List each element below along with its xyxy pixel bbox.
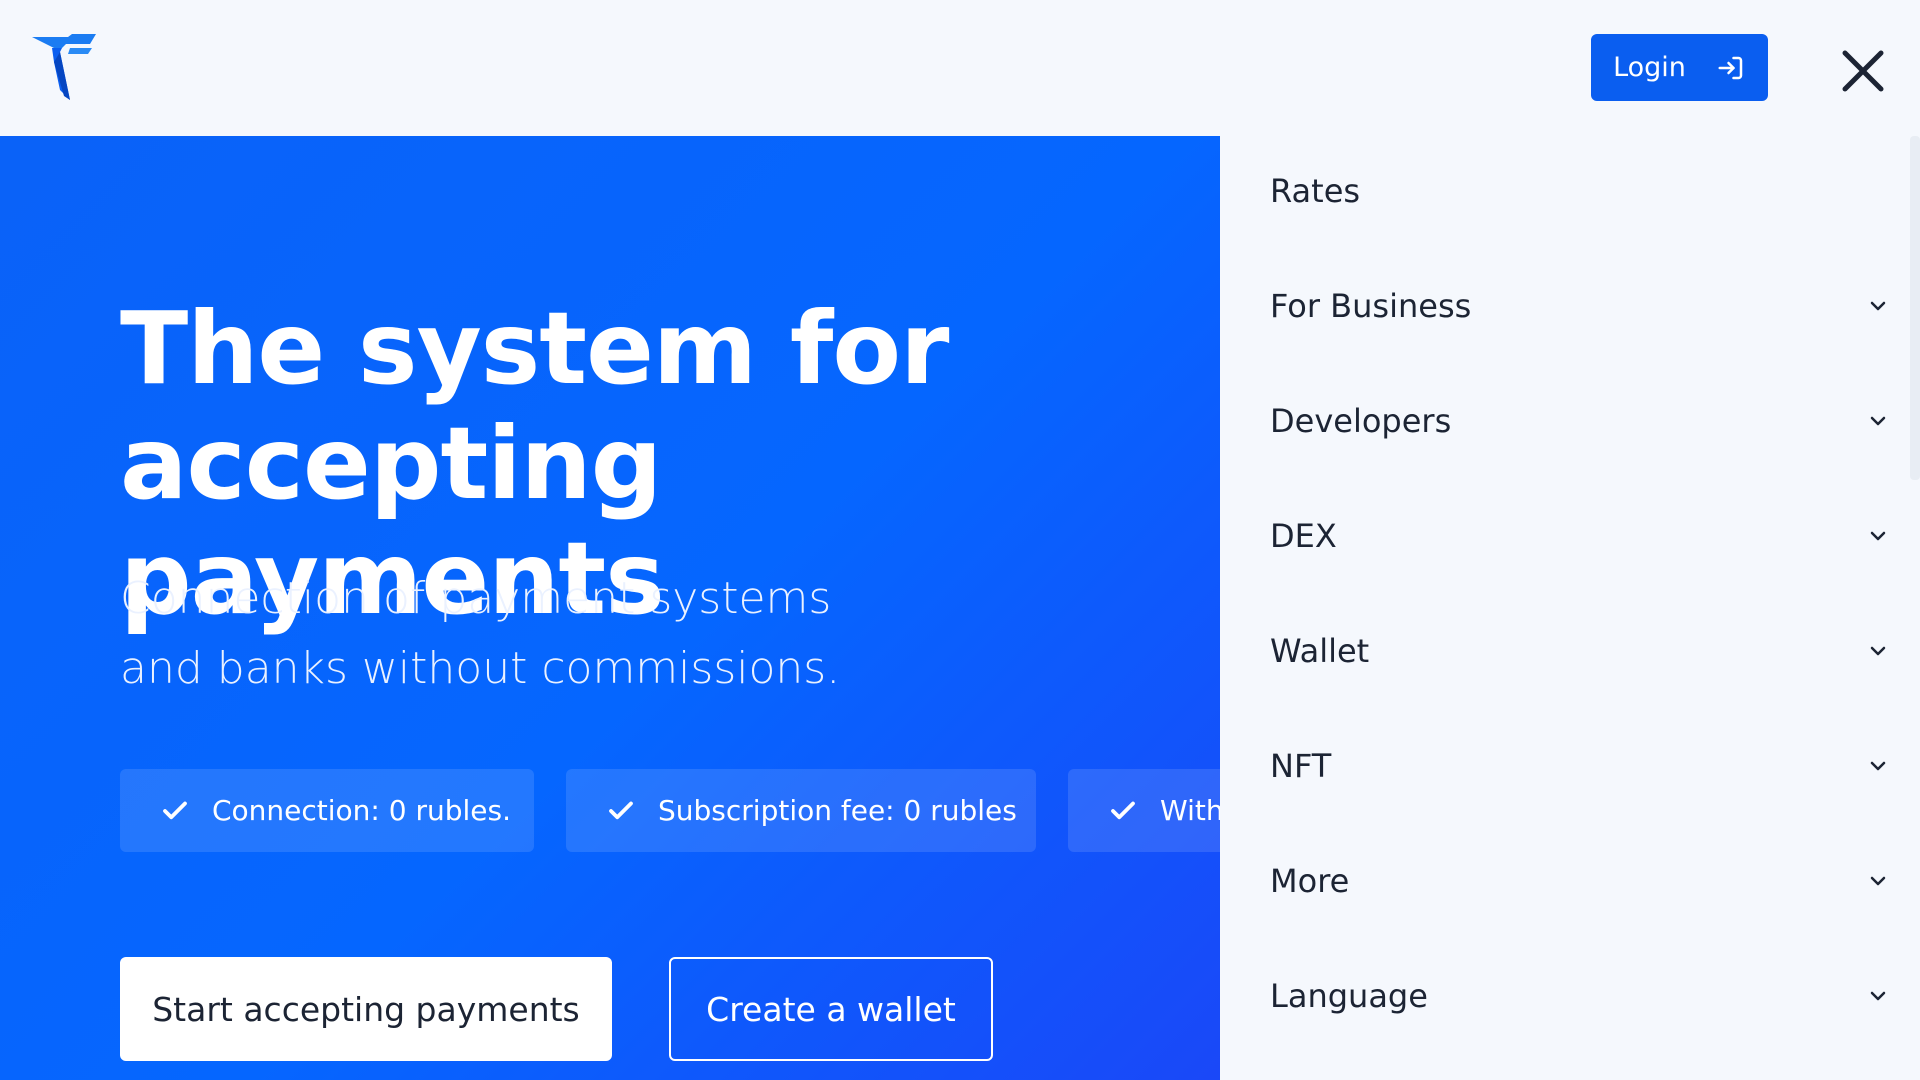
menu-item-for-business[interactable]: For Business — [1270, 271, 1890, 341]
menu-item-language[interactable]: Language — [1270, 961, 1890, 1031]
feature-label: Connection: 0 rubles. — [212, 794, 512, 827]
chevron-down-icon — [1870, 416, 1886, 426]
chevron-down-icon — [1870, 761, 1886, 771]
feature-badge: Subscription fee: 0 rubles — [566, 769, 1036, 852]
menu-item-dex[interactable]: DEX — [1270, 501, 1890, 571]
chevron-down-icon — [1870, 876, 1886, 886]
header: Login — [0, 0, 1920, 136]
hero-section: The system for accepting payments Connec… — [0, 136, 1220, 1080]
menu-item-label: More — [1270, 862, 1350, 900]
menu-item-rates[interactable]: Rates — [1270, 156, 1890, 226]
menu-item-label: NFT — [1270, 747, 1332, 785]
close-icon[interactable] — [1840, 48, 1886, 94]
chevron-down-icon — [1870, 301, 1886, 311]
menu-item-label: Developers — [1270, 402, 1452, 440]
menu-item-label: Rates — [1270, 172, 1361, 210]
login-label: Login — [1613, 52, 1686, 83]
feature-list: Connection: 0 rubles. Subscription fee: … — [120, 769, 1220, 852]
hero-subtitle: Connection of payment systems and banks … — [120, 573, 841, 694]
chevron-down-icon — [1870, 531, 1886, 541]
feature-label: Subscription fee: 0 rubles — [658, 794, 1017, 827]
feature-label: With — [1160, 794, 1220, 827]
menu-item-label: Wallet — [1270, 632, 1370, 670]
chevron-down-icon — [1870, 646, 1886, 656]
login-button[interactable]: Login — [1591, 34, 1768, 101]
create-wallet-button[interactable]: Create a wallet — [669, 957, 993, 1061]
feature-badge: Connection: 0 rubles. — [120, 769, 534, 852]
menu-scrollbar[interactable] — [1910, 136, 1920, 480]
menu-item-label: DEX — [1270, 517, 1337, 555]
check-icon — [609, 801, 633, 819]
check-icon — [163, 801, 187, 819]
chevron-down-icon — [1870, 991, 1886, 1001]
sign-in-icon — [1718, 56, 1743, 79]
check-icon — [1111, 801, 1135, 819]
menu-item-wallet[interactable]: Wallet — [1270, 616, 1890, 686]
t-logo-icon[interactable] — [32, 34, 96, 100]
menu-item-label: For Business — [1270, 287, 1472, 325]
feature-badge: With — [1068, 769, 1220, 852]
menu-item-label: Language — [1270, 977, 1428, 1015]
menu-item-developers[interactable]: Developers — [1270, 386, 1890, 456]
menu-item-nft[interactable]: NFT — [1270, 731, 1890, 801]
menu-item-more[interactable]: More — [1270, 846, 1890, 916]
start-accepting-payments-button[interactable]: Start accepting payments — [120, 957, 612, 1061]
nav-menu-panel: Rates For Business Developers DEX Wallet… — [1220, 136, 1920, 1080]
